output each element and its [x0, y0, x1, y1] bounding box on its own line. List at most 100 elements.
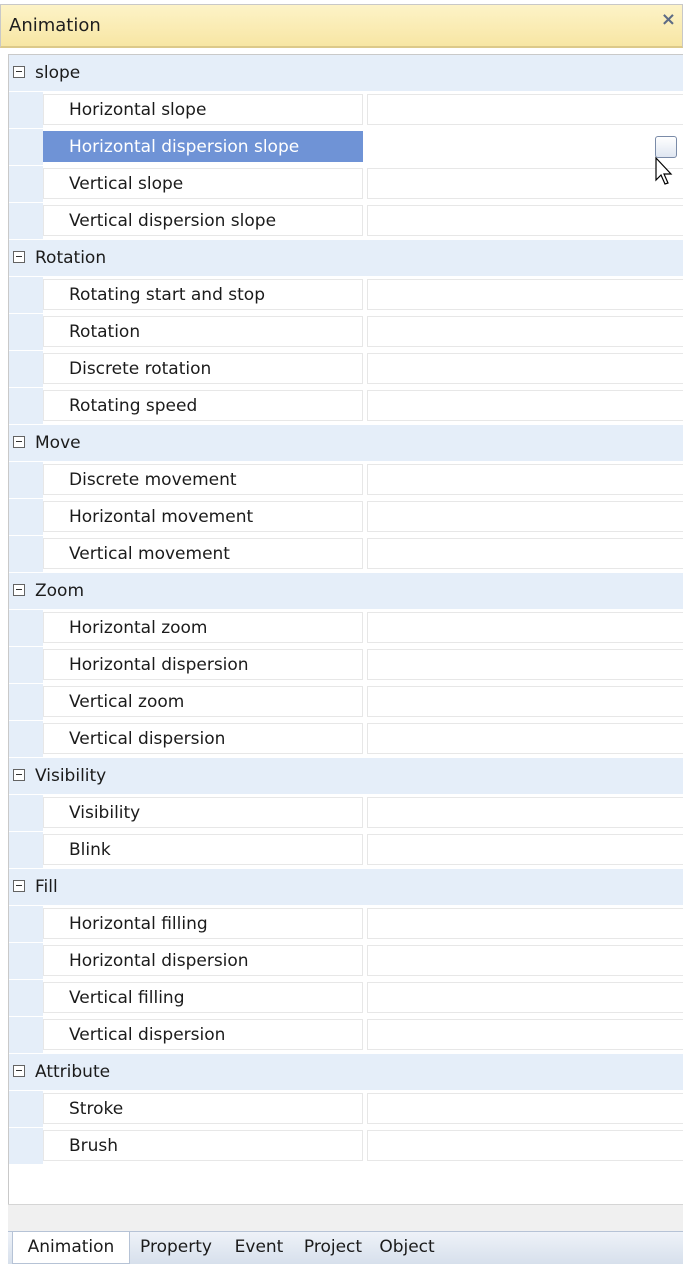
property-value-cell[interactable] — [367, 168, 683, 199]
tab-event[interactable]: Event — [224, 1232, 294, 1262]
property-row[interactable]: Discrete rotation — [9, 351, 683, 387]
property-name: Rotation — [69, 322, 141, 342]
property-name-cell[interactable]: Brush — [43, 1130, 363, 1161]
property-name-cell[interactable]: Vertical dispersion slope — [43, 205, 363, 236]
property-value-cell[interactable] — [367, 982, 683, 1013]
property-value-cell[interactable] — [367, 316, 683, 347]
property-row[interactable]: Horizontal dispersion slope — [9, 129, 683, 165]
category-fill[interactable]: Fill — [9, 869, 683, 905]
property-value-cell[interactable] — [367, 390, 683, 421]
property-row[interactable]: Rotating speed — [9, 388, 683, 424]
property-name: Discrete movement — [69, 470, 237, 490]
property-name-cell[interactable]: Horizontal filling — [43, 908, 363, 939]
property-name-cell[interactable]: Rotating speed — [43, 390, 363, 421]
property-value-cell[interactable] — [367, 131, 683, 162]
row-gutter — [9, 610, 43, 646]
property-name-cell[interactable]: Horizontal movement — [43, 501, 363, 532]
property-value-cell[interactable] — [367, 353, 683, 384]
category-zoom[interactable]: Zoom — [9, 573, 683, 609]
property-row[interactable]: Vertical dispersion — [9, 721, 683, 757]
property-name-cell[interactable]: Visibility — [43, 797, 363, 828]
property-value-cell[interactable] — [367, 1130, 683, 1161]
property-name-cell[interactable]: Horizontal slope — [43, 94, 363, 125]
category-rotation[interactable]: Rotation — [9, 240, 683, 276]
minus-box-icon[interactable] — [13, 66, 25, 78]
property-row[interactable]: Vertical zoom — [9, 684, 683, 720]
property-value-cell[interactable] — [367, 686, 683, 717]
property-name-cell[interactable]: Rotating start and stop — [43, 279, 363, 310]
property-value-cell[interactable] — [367, 649, 683, 680]
property-row[interactable]: Horizontal zoom — [9, 610, 683, 646]
property-name-cell[interactable]: Horizontal dispersion slope — [43, 131, 363, 162]
tab-property[interactable]: Property — [132, 1232, 220, 1262]
row-gutter — [9, 1091, 43, 1127]
property-name: Rotating speed — [69, 396, 198, 416]
property-row[interactable]: Stroke — [9, 1091, 683, 1127]
minus-box-icon[interactable] — [13, 251, 25, 263]
property-name-cell[interactable]: Vertical dispersion — [43, 1019, 363, 1050]
property-value-cell[interactable] — [367, 723, 683, 754]
tab-project[interactable]: Project — [298, 1232, 368, 1262]
property-value-cell[interactable] — [367, 94, 683, 125]
minus-box-icon[interactable] — [13, 584, 25, 596]
property-row[interactable]: Vertical movement — [9, 536, 683, 572]
property-row[interactable]: Vertical slope — [9, 166, 683, 202]
property-row[interactable]: Horizontal dispersion — [9, 647, 683, 683]
property-name-cell[interactable]: Vertical slope — [43, 168, 363, 199]
property-name-cell[interactable]: Stroke — [43, 1093, 363, 1124]
property-row[interactable]: Blink — [9, 832, 683, 868]
property-value-cell[interactable] — [367, 538, 683, 569]
property-name-cell[interactable]: Discrete movement — [43, 464, 363, 495]
property-row[interactable]: Horizontal slope — [9, 92, 683, 128]
property-row[interactable]: Visibility — [9, 795, 683, 831]
property-name-cell[interactable]: Rotation — [43, 316, 363, 347]
tab-animation[interactable]: Animation — [12, 1232, 130, 1264]
property-value-cell[interactable] — [367, 834, 683, 865]
row-gutter — [9, 166, 43, 202]
property-row[interactable]: Vertical dispersion slope — [9, 203, 683, 239]
minus-box-icon[interactable] — [13, 436, 25, 448]
property-name-cell[interactable]: Vertical zoom — [43, 686, 363, 717]
property-row[interactable]: Vertical filling — [9, 980, 683, 1016]
property-value-cell[interactable] — [367, 612, 683, 643]
property-value-cell[interactable] — [367, 501, 683, 532]
property-row[interactable]: Brush — [9, 1128, 683, 1164]
property-row[interactable]: Vertical dispersion — [9, 1017, 683, 1053]
category-attribute[interactable]: Attribute — [9, 1054, 683, 1090]
property-name-cell[interactable]: Horizontal zoom — [43, 612, 363, 643]
tab-object[interactable]: Object — [372, 1232, 442, 1262]
property-row[interactable]: Rotating start and stop — [9, 277, 683, 313]
property-value-cell[interactable] — [367, 797, 683, 828]
property-value-cell[interactable] — [367, 1019, 683, 1050]
property-row[interactable]: Discrete movement — [9, 462, 683, 498]
property-value-cell[interactable] — [367, 205, 683, 236]
category-label: Visibility — [35, 766, 107, 786]
property-name-cell[interactable]: Horizontal dispersion — [43, 945, 363, 976]
property-name: Stroke — [69, 1099, 124, 1119]
minus-box-icon[interactable] — [13, 880, 25, 892]
property-name-cell[interactable]: Horizontal dispersion — [43, 649, 363, 680]
description-area — [8, 1204, 683, 1232]
property-row[interactable]: Horizontal filling — [9, 906, 683, 942]
property-value-cell[interactable] — [367, 908, 683, 939]
property-row[interactable]: Horizontal movement — [9, 499, 683, 535]
property-value-cell[interactable] — [367, 279, 683, 310]
minus-box-icon[interactable] — [13, 769, 25, 781]
property-value-cell[interactable] — [367, 464, 683, 495]
category-visibility[interactable]: Visibility — [9, 758, 683, 794]
property-row[interactable]: Horizontal dispersion — [9, 943, 683, 979]
property-name-cell[interactable]: Vertical movement — [43, 538, 363, 569]
category-slope[interactable]: slope — [9, 55, 683, 91]
property-name-cell[interactable]: Blink — [43, 834, 363, 865]
category-move[interactable]: Move — [9, 425, 683, 461]
row-gutter — [9, 721, 43, 757]
close-icon[interactable]: × — [661, 9, 676, 30]
property-name-cell[interactable]: Vertical dispersion — [43, 723, 363, 754]
minus-box-icon[interactable] — [13, 1065, 25, 1077]
property-value-cell[interactable] — [367, 1093, 683, 1124]
property-name-cell[interactable]: Vertical filling — [43, 982, 363, 1013]
property-name: Visibility — [69, 803, 141, 823]
property-name-cell[interactable]: Discrete rotation — [43, 353, 363, 384]
property-value-cell[interactable] — [367, 945, 683, 976]
property-row[interactable]: Rotation — [9, 314, 683, 350]
